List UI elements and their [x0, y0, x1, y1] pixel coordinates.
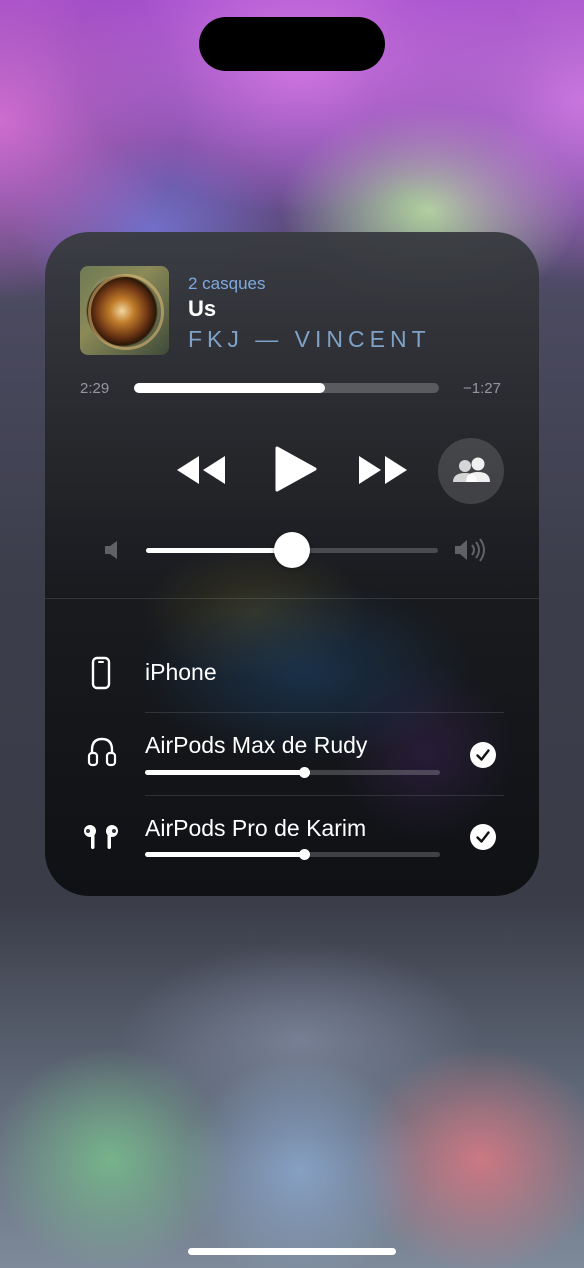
- song-title: Us: [188, 296, 217, 321]
- audio-output-card: 2 casques Us FKJ — VINCENT 2:29 −1:27 iP…: [45, 232, 539, 896]
- iphone-icon: [91, 656, 111, 695]
- rewind-button[interactable]: [175, 454, 227, 486]
- playback-progress-fill: [134, 383, 325, 393]
- remaining-time: −1:27: [463, 380, 501, 397]
- backward-icon: [177, 456, 225, 484]
- now-playing-subtitle: 2 casques: [188, 274, 266, 293]
- volume-knob[interactable]: [274, 532, 310, 568]
- volume-slider[interactable]: [146, 532, 438, 568]
- device-volume-slider[interactable]: [145, 767, 440, 778]
- airpods-pro-icon: [81, 822, 121, 857]
- home-indicator[interactable]: [188, 1248, 396, 1255]
- device-volume-slider[interactable]: [145, 849, 440, 860]
- section-divider: [45, 598, 539, 599]
- play-button[interactable]: [274, 446, 318, 492]
- device-divider: [145, 795, 504, 796]
- device-selected-checkmark[interactable]: [470, 742, 496, 768]
- device-volume-knob[interactable]: [299, 849, 311, 860]
- device-volume-fill: [145, 852, 305, 857]
- playback-progress-bar[interactable]: [134, 383, 439, 393]
- share-audio-people-icon: [453, 457, 490, 482]
- volume-max-icon: [453, 537, 489, 568]
- checkmark-icon: [476, 831, 490, 843]
- album-art: [80, 266, 169, 355]
- device-selected-checkmark[interactable]: [470, 824, 496, 850]
- share-audio-button[interactable]: [438, 438, 504, 504]
- play-icon: [275, 446, 317, 492]
- volume-min-icon: [103, 539, 121, 566]
- forward-button[interactable]: [357, 454, 409, 486]
- forward-icon: [359, 456, 407, 484]
- device-name: AirPods Pro de Karim: [145, 815, 367, 841]
- elapsed-time: 2:29: [80, 380, 110, 397]
- airpods-max-icon: [87, 736, 117, 773]
- dynamic-island: [199, 17, 385, 71]
- checkmark-icon: [476, 749, 490, 761]
- device-divider: [145, 712, 504, 713]
- device-name: iPhone: [145, 659, 217, 685]
- device-volume-fill: [145, 770, 305, 775]
- device-name: AirPods Max de Rudy: [145, 732, 368, 758]
- artist-name: FKJ — VINCENT: [188, 326, 431, 352]
- device-volume-knob[interactable]: [299, 767, 311, 778]
- volume-fill: [146, 548, 292, 553]
